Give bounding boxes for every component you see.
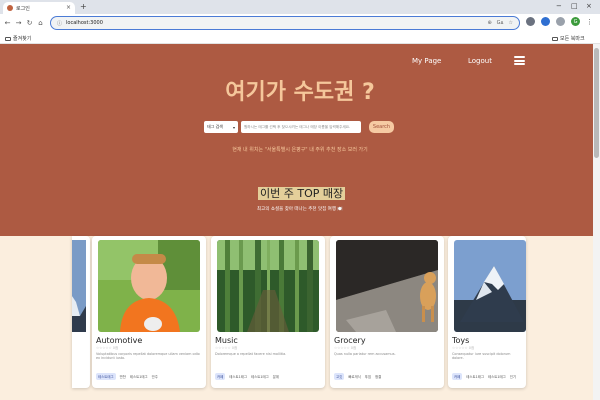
favicon-icon [7,5,13,11]
card-title: Grocery [334,336,366,345]
store-card[interactable]: Toys ☆☆☆☆☆ 0점 Consequatur iure suscipit … [448,236,526,388]
tag[interactable]: 분위 [273,374,279,379]
minimize-icon[interactable]: − [556,2,562,11]
tag-list: 카페 테스트1태그 테스트1태그 분위 [215,373,279,380]
home-icon[interactable]: ⌂ [35,14,46,32]
page-headline: 여기가 수도권 ? [225,80,375,105]
rating-stars: ☆☆☆☆☆ 0점 [215,346,238,350]
card-title: Toys [452,336,470,345]
folder-icon [5,36,11,41]
card-description: Quas nulla pariatur rem accusamus. [334,352,396,356]
store-card[interactable]: Automotive ☆☆☆☆☆ 0점 Voluptatibus corpori… [92,236,206,388]
close-window-icon[interactable]: × [586,2,592,11]
tag-list: 카페 테스트1태그 테스트1태그 인기 [452,373,524,380]
maximize-icon[interactable]: □ [571,2,578,11]
location-icon[interactable]: ⊕ [487,20,491,26]
carousel-card-partial[interactable] [72,236,90,388]
all-bookmarks[interactable]: 모든 북마크 [552,35,585,42]
puzzle-icon[interactable] [556,17,565,26]
browser-toolbar: ← → ↻ ⌂ ⓘ localhost:3000 ⊕ Gᴀ ☆ G ⋮ [0,14,600,32]
tag[interactable]: 푸짐 [365,374,371,379]
bamboo-thumbnail [217,240,319,332]
section-subtitle: 최고의 쇼셜을 찾아 떠나는 추천 맛집 여행 🍽️ [257,207,343,212]
location-hint-link[interactable]: 현재 내 위치는 "서울특별시 은평구" 내 주위 추천 장소 보러 가기 [0,146,600,153]
tag[interactable]: 카페 [215,373,226,380]
chevron-down-icon: ▾ [232,124,235,130]
tag[interactable]: 인기 [510,374,516,379]
browser-menu-icon[interactable]: ⋮ [586,18,593,26]
tag[interactable]: 카페 [452,373,463,380]
section-title: 이번 주 TOP 매장 [258,187,346,200]
tag[interactable]: 테스트1태그 [130,374,148,379]
tag-list: 테스트태그 반찬 테스트1태그 안주 [96,373,158,380]
tab-title: 로그인 [16,5,30,12]
logout-link[interactable]: Logout [468,57,492,65]
site-info-icon[interactable]: ⓘ [57,20,62,27]
tag[interactable]: 청결 [375,374,381,379]
new-tab-icon[interactable]: + [80,2,87,12]
all-bookmarks-label: 모든 북마크 [560,36,585,42]
url-text[interactable]: localhost:3000 [66,20,487,26]
bookmark-star-icon[interactable]: ☆ [509,20,513,26]
card-title: Automotive [96,336,143,345]
bookmark-folder[interactable]: 즐겨찾기 [5,35,31,42]
store-card[interactable]: Grocery ☆☆☆☆☆ 0점 Quas nulla pariatur rem… [330,236,444,388]
tab-close-icon[interactable]: × [66,5,71,11]
child-thumbnail [98,240,200,332]
store-card[interactable]: Music ☆☆☆☆☆ 0점 Doloremque a repellat fac… [211,236,325,388]
cat-thumbnail [336,240,438,332]
reload-icon[interactable]: ↻ [24,14,35,32]
profile-avatar[interactable]: G [571,17,580,26]
forward-icon[interactable]: → [13,14,24,32]
extension-icon[interactable] [526,17,535,26]
hamburger-menu-icon[interactable] [514,56,525,65]
scroll-thumb[interactable] [594,48,599,158]
tag-list: 고깃 빠르게식 푸짐 청결 [334,373,381,380]
hero-section: My Page Logout 여기가 수도권 ? 태그 검색 ▾ 원하시는 태그… [0,44,600,244]
rating-stars: ☆☆☆☆☆ 0점 [334,346,357,350]
tag[interactable]: 안주 [152,374,158,379]
my-page-link[interactable]: My Page [412,57,441,65]
card-description: Doloremque a repellat facere nisi mollit… [215,352,287,356]
tag[interactable]: 테스트태그 [96,373,116,380]
mountain-thumbnail [454,240,526,332]
card-title: Music [215,336,238,345]
translate-icon[interactable]: Gᴀ [497,20,504,26]
tag[interactable]: 테스트1태그 [251,374,269,379]
rating-stars: ☆☆☆☆☆ 0점 [452,346,475,350]
address-bar[interactable]: ⓘ localhost:3000 ⊕ Gᴀ ☆ [50,16,520,30]
tag-search-select[interactable]: 태그 검색 ▾ [204,121,238,133]
tag[interactable]: 빠르게식 [348,374,360,379]
search-input[interactable]: 원하시는 태그를 선택 후 찾으시려는 태그나 매장 이름을 입력해주세요. [241,121,361,133]
browser-tabstrip: 로그인 × + − □ × [0,0,600,14]
search-button[interactable]: Search [369,121,394,133]
tag[interactable]: 테스트1태그 [466,374,484,379]
rating-stars: ☆☆☆☆☆ 0점 [96,346,119,350]
browser-tab[interactable]: 로그인 × [3,2,75,14]
search-bar: 태그 검색 ▾ 원하시는 태그를 선택 후 찾으시려는 태그나 매장 이름을 입… [204,121,394,133]
card-description: Consequatur iure suscipit dolorum dolore… [452,352,511,361]
bookmark-label: 즐겨찾기 [13,36,32,42]
tag[interactable]: 테스트1태그 [229,374,247,379]
bookmarks-bar: 즐겨찾기 모든 북마크 [0,32,600,44]
tag[interactable]: 테스트1태그 [488,374,506,379]
page-scrollbar[interactable] [593,44,600,400]
back-icon[interactable]: ← [2,14,13,32]
select-value: 태그 검색 [207,124,223,129]
tag[interactable]: 고깃 [334,373,345,380]
sync-icon[interactable] [541,17,550,26]
tag[interactable]: 반찬 [120,374,126,379]
card-description: Voluptatibus corporis repellat doloremqu… [96,352,200,361]
folder-icon [552,36,558,41]
mountain-thumbnail [72,240,86,332]
